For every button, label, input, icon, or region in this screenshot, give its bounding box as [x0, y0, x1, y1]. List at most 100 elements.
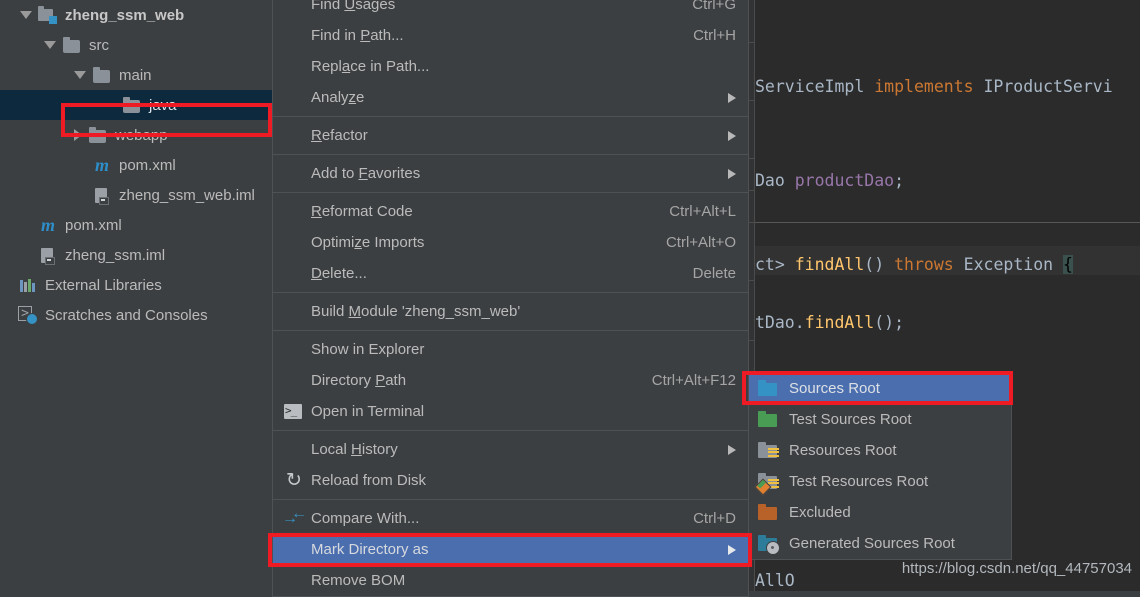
library-bar	[24, 281, 27, 292]
menu-item-label: Remove BOM	[311, 572, 406, 589]
code-token: ;	[894, 171, 905, 190]
code-line: AllO	[755, 566, 795, 591]
tree-row[interactable]: src	[0, 30, 272, 60]
generated-sources-root-folder-icon	[757, 534, 781, 555]
maven-icon: m	[94, 154, 109, 175]
submenu-item[interactable]: Generated Sources Root	[749, 528, 1011, 559]
menu-item[interactable]: Replace in Path...	[273, 51, 748, 82]
menu-item-label: Refactor	[311, 127, 368, 144]
menu-item[interactable]: Directory Path Ctrl+Alt+F12	[273, 365, 748, 396]
menu-item-label: Find Usages	[311, 0, 396, 13]
menu-item-icon-slot	[279, 541, 309, 559]
menu-item-label: Reformat Code	[311, 203, 413, 220]
code-token: findAll	[794, 255, 865, 274]
menu-item-label: Find in Path...	[311, 27, 404, 44]
context-menu[interactable]: Find Usages Ctrl+G Find in Path... Ctrl+H Re…	[272, 0, 749, 597]
menu-item-label: Show in Explorer	[311, 341, 425, 358]
mark-directory-as-submenu[interactable]: Sources Root Test Sources Root Resources R…	[748, 372, 1012, 560]
menu-item[interactable]: Optimize Imports Ctrl+Alt+O	[273, 227, 748, 258]
chevron-down-icon[interactable]	[44, 41, 56, 49]
submenu-item[interactable]: Excluded	[749, 497, 1011, 528]
tree-row[interactable]: webapp	[0, 120, 272, 150]
menu-separator	[273, 292, 748, 293]
tree-row[interactable]: External Libraries	[0, 270, 272, 300]
menu-item[interactable]: Reformat Code Ctrl+Alt+L	[273, 196, 748, 227]
submenu-item[interactable]: Resources Root	[749, 435, 1011, 466]
folder-icon	[122, 96, 142, 114]
tree-row[interactable]: zheng_ssm_web.iml	[0, 180, 272, 210]
project-tree-panel[interactable]: zheng_ssm_websrc main java webapp m pom.xml zh…	[0, 0, 272, 591]
tree-row[interactable]: zheng_ssm.iml	[0, 240, 272, 270]
menu-item[interactable]: Find in Path... Ctrl+H	[273, 20, 748, 51]
menu-item-label: Analyze	[311, 89, 365, 106]
menu-item-icon-slot	[279, 58, 309, 76]
menu-separator	[273, 192, 748, 193]
code-token: Dao	[755, 171, 795, 190]
tree-row-label: pom.xml	[119, 156, 176, 174]
iml-file-icon	[38, 247, 58, 265]
external-libraries-icon	[18, 277, 38, 294]
menu-item[interactable]: Analyze	[273, 82, 748, 113]
chevron-down-icon[interactable]	[20, 11, 32, 19]
menu-item[interactable]: Show in Explorer	[273, 334, 748, 365]
submenu-item[interactable]: Sources Root	[749, 373, 1011, 404]
submenu-item-label: Test Resources Root	[789, 473, 929, 490]
tree-row[interactable]: java	[0, 90, 272, 120]
chevron-right-icon[interactable]	[74, 129, 82, 141]
menu-item-shortcut: Ctrl+H	[693, 27, 736, 44]
iml-file-icon	[92, 187, 112, 205]
iml-dash	[47, 259, 51, 261]
reload-icon: ↻	[286, 469, 302, 491]
tree-row[interactable]: m pom.xml	[0, 150, 272, 180]
menu-item-shortcut: Ctrl+Alt+F12	[651, 372, 736, 389]
tree-row-label: zheng_ssm_web.iml	[119, 186, 255, 204]
menu-item[interactable]: Build Module 'zheng_ssm_web'	[273, 296, 748, 327]
menu-item[interactable]: Delete... Delete	[273, 258, 748, 289]
folder-body	[758, 382, 777, 396]
scratches-icon	[18, 305, 38, 325]
menu-item[interactable]: Find Usages Ctrl+G	[273, 0, 748, 20]
menu-item[interactable]: Add to Favorites	[273, 158, 748, 189]
code-token: throws	[894, 255, 964, 274]
tree-row-label: External Libraries	[45, 276, 162, 294]
tree-row-label: zheng_ssm.iml	[65, 246, 166, 264]
menu-item[interactable]: Remove BOM	[273, 565, 748, 596]
menu-item-icon-slot	[279, 265, 309, 283]
menu-item-label: Replace in Path...	[311, 58, 430, 75]
tree-row[interactable]: main	[0, 60, 272, 90]
submenu-item[interactable]: Test Resources Root	[749, 466, 1011, 497]
menu-item-shortcut: Ctrl+G	[692, 0, 736, 13]
submenu-item[interactable]: Test Sources Root	[749, 404, 1011, 435]
tree-row-label: main	[119, 66, 152, 84]
menu-item-shortcut: Ctrl+Alt+L	[669, 203, 736, 220]
menu-item-icon-slot	[279, 165, 309, 183]
tree-row[interactable]: zheng_ssm_web	[0, 0, 272, 30]
menu-item-icon-slot	[279, 234, 309, 252]
code-token: ()	[874, 313, 895, 332]
menu-item[interactable]: Compare With... Ctrl+D	[273, 503, 748, 534]
menu-item[interactable]: Mark Directory as	[273, 534, 748, 565]
tree-row-label: src	[89, 36, 109, 54]
module-folder-icon	[38, 5, 58, 24]
tree-row[interactable]: m pom.xml	[0, 210, 272, 240]
chevron-down-icon[interactable]	[74, 71, 86, 79]
menu-item-icon-slot	[279, 441, 309, 459]
code-token: ()	[864, 255, 895, 274]
tree-row-label: zheng_ssm_web	[65, 6, 185, 24]
menu-item-label: Open in Terminal	[311, 403, 425, 420]
tree-row[interactable]: Scratches and Consoles	[0, 300, 272, 330]
code-token: implements	[874, 77, 984, 96]
menu-item[interactable]: Open in Terminal	[273, 396, 748, 427]
tree-row-label: pom.xml	[65, 216, 122, 234]
submenu-arrow-icon	[728, 168, 736, 179]
menu-item[interactable]: ↻ Reload from Disk	[273, 465, 748, 496]
menu-separator	[273, 330, 748, 331]
menu-item[interactable]: Local History	[273, 434, 748, 465]
menu-separator	[273, 430, 748, 431]
menu-item[interactable]: Refactor	[273, 120, 748, 151]
excluded-folder-icon	[757, 503, 781, 522]
menu-item-icon-slot	[279, 89, 309, 107]
